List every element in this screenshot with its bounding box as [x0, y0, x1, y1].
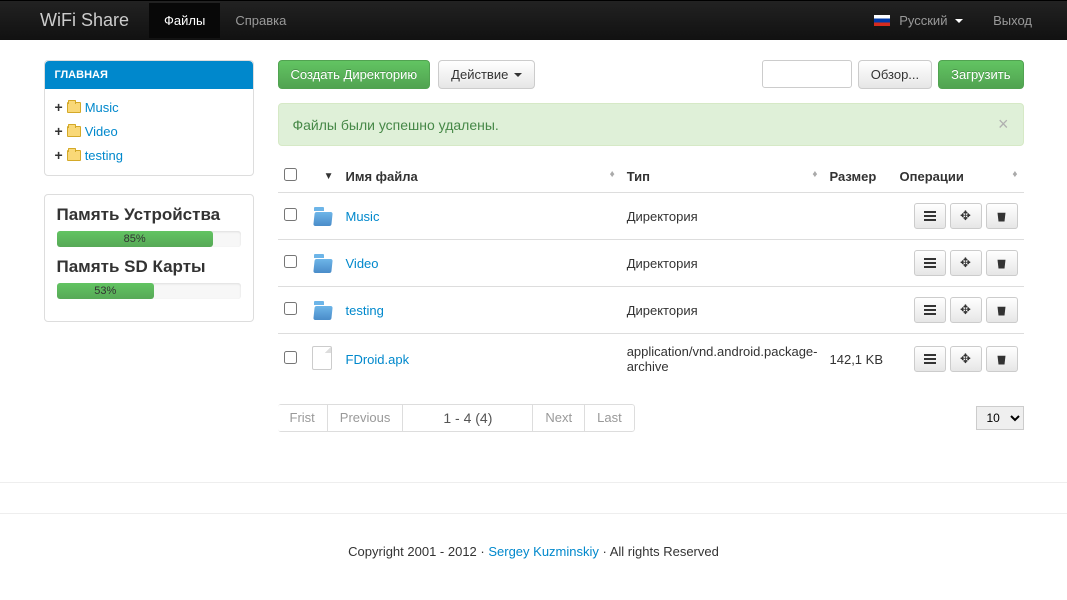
device-memory-progress: 85%: [57, 231, 241, 247]
file-size: 142,1 KB: [824, 334, 894, 385]
file-type: application/vnd.android.package-archive: [621, 334, 824, 385]
sidebar-panel: ГЛАВНАЯ + Music + Video + testing: [44, 60, 254, 176]
sidebar-header: ГЛАВНАЯ: [45, 61, 253, 89]
caret-down-icon: [514, 73, 522, 77]
details-button[interactable]: [914, 250, 946, 276]
page-size-select[interactable]: 10: [976, 406, 1024, 430]
copyright-text: Copyright 2001 - 2012 ·: [348, 544, 488, 559]
delete-button[interactable]: [986, 203, 1018, 229]
tree-link[interactable]: Video: [85, 124, 118, 139]
folder-icon: [312, 204, 334, 226]
device-memory-bar: 85%: [57, 231, 213, 247]
row-checkbox[interactable]: [284, 208, 297, 221]
tree-item[interactable]: + Video: [45, 119, 253, 143]
move-button[interactable]: [950, 297, 982, 323]
action-label: Действие: [451, 67, 508, 82]
language-label: Русский: [899, 13, 947, 28]
logout-link[interactable]: Выход: [978, 3, 1047, 38]
folder-tree: + Music + Video + testing: [45, 89, 253, 175]
row-checkbox[interactable]: [284, 302, 297, 315]
table-row: Video Директория: [278, 240, 1024, 287]
memory-panel: Память Устройства 85% Память SD Карты 53…: [44, 194, 254, 322]
tree-link[interactable]: Music: [85, 100, 119, 115]
browse-button[interactable]: Обзор...: [858, 60, 932, 89]
file-type: Директория: [621, 287, 824, 334]
pagination: Frist Previous 1 - 4 (4) Next Last 10: [278, 404, 1024, 432]
details-button[interactable]: [914, 346, 946, 372]
nav-files[interactable]: Файлы: [149, 3, 220, 38]
row-checkbox[interactable]: [284, 255, 297, 268]
col-type: Тип: [627, 169, 650, 184]
file-size: [824, 193, 894, 240]
file-icon: [312, 346, 332, 370]
folder-icon: [312, 298, 334, 320]
action-dropdown[interactable]: Действие: [438, 60, 535, 89]
sort-icon[interactable]: ♦: [610, 169, 615, 180]
details-button[interactable]: [914, 297, 946, 323]
move-button[interactable]: [950, 203, 982, 229]
rights-text: · All rights Reserved: [603, 544, 719, 559]
file-path-input[interactable]: [762, 60, 852, 88]
flag-ru-icon: [874, 15, 890, 26]
sort-icon[interactable]: ♦: [1012, 169, 1017, 180]
tree-item[interactable]: + testing: [45, 143, 253, 167]
col-size: Размер: [830, 169, 877, 184]
author-link[interactable]: Sergey Kuzminskiy: [488, 544, 599, 559]
file-name-link[interactable]: testing: [346, 303, 384, 318]
pager-prev[interactable]: Previous: [327, 404, 404, 432]
move-button[interactable]: [950, 250, 982, 276]
delete-button[interactable]: [986, 297, 1018, 323]
file-type: Директория: [621, 240, 824, 287]
sd-memory-bar: 53%: [57, 283, 155, 299]
success-alert: Файлы были успешно удалены. ×: [278, 103, 1024, 146]
tree-link[interactable]: testing: [85, 148, 123, 163]
file-name-link[interactable]: Video: [346, 256, 379, 271]
toolbar: Создать Директорию Действие Обзор... Заг…: [278, 60, 1024, 89]
language-dropdown[interactable]: Русский: [859, 3, 979, 38]
folder-icon: [67, 102, 81, 113]
move-button[interactable]: [950, 346, 982, 372]
file-name-link[interactable]: Music: [346, 209, 380, 224]
sort-icon[interactable]: ♦: [812, 169, 817, 180]
delete-button[interactable]: [986, 250, 1018, 276]
table-row: Music Директория: [278, 193, 1024, 240]
select-all-checkbox[interactable]: [284, 168, 297, 181]
row-checkbox[interactable]: [284, 351, 297, 364]
table-row: testing Директория: [278, 287, 1024, 334]
caret-down-icon: [955, 19, 963, 23]
file-name-link[interactable]: FDroid.apk: [346, 352, 410, 367]
upload-button[interactable]: Загрузить: [938, 60, 1023, 89]
file-size: [824, 287, 894, 334]
sort-icon[interactable]: ▼: [324, 171, 334, 182]
create-directory-button[interactable]: Создать Директорию: [278, 60, 431, 89]
folder-icon: [67, 150, 81, 161]
nav-help[interactable]: Справка: [220, 3, 301, 38]
file-table: ▼ Имя файла ♦ Тип ♦ Размер Операции ♦ Music…: [278, 160, 1024, 384]
file-size: [824, 240, 894, 287]
navbar: WiFi Share Файлы Справка Русский Выход: [0, 0, 1067, 40]
alert-close-button[interactable]: ×: [998, 114, 1009, 135]
col-ops: Операции: [900, 169, 964, 184]
tree-item[interactable]: + Music: [45, 95, 253, 119]
expand-icon[interactable]: +: [55, 147, 63, 163]
footer: Copyright 2001 - 2012 · Sergey Kuzminski…: [0, 513, 1067, 589]
sd-memory-label: Память SD Карты: [57, 257, 241, 277]
pager-last[interactable]: Last: [584, 404, 635, 432]
app-brand: WiFi Share: [20, 10, 149, 31]
folder-icon: [67, 126, 81, 137]
table-row: FDroid.apk application/vnd.android.packag…: [278, 334, 1024, 385]
folder-icon: [312, 251, 334, 273]
alert-message: Файлы были успешно удалены.: [293, 117, 499, 133]
pager-first[interactable]: Frist: [278, 404, 328, 432]
file-type: Директория: [621, 193, 824, 240]
details-button[interactable]: [914, 203, 946, 229]
expand-icon[interactable]: +: [55, 123, 63, 139]
expand-icon[interactable]: +: [55, 99, 63, 115]
col-name: Имя файла: [346, 169, 418, 184]
pager-next[interactable]: Next: [532, 404, 585, 432]
sd-memory-progress: 53%: [57, 283, 241, 299]
delete-button[interactable]: [986, 346, 1018, 372]
device-memory-label: Память Устройства: [57, 205, 241, 225]
pager-range: 1 - 4 (4): [402, 404, 533, 432]
